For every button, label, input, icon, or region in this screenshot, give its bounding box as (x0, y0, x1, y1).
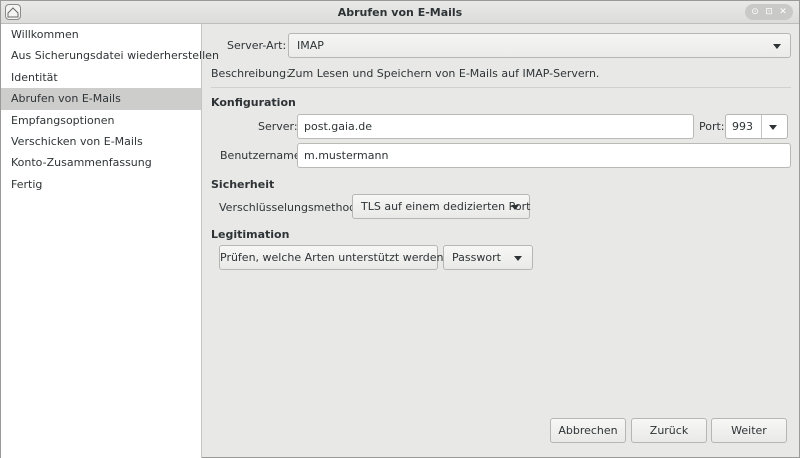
port-value: 993 (732, 120, 753, 133)
authentication-type-combo[interactable]: Passwort (443, 245, 533, 270)
close-icon[interactable]: ✕ (777, 6, 789, 18)
sidebar-item-welcome[interactable]: Willkommen (1, 24, 201, 45)
username-input[interactable]: m.mustermann (297, 143, 791, 168)
chevron-down-icon (514, 256, 522, 261)
server-type-value: IMAP (297, 39, 324, 52)
chevron-down-icon (773, 44, 781, 49)
cancel-button[interactable]: Abbrechen (550, 418, 626, 443)
sidebar-item-identity[interactable]: Identität (1, 67, 201, 88)
maximize-icon[interactable]: ⊡ (763, 6, 775, 18)
separator (211, 87, 791, 88)
sidebar-item-done[interactable]: Fertig (1, 174, 201, 195)
server-input[interactable]: post.gaia.de (297, 114, 694, 139)
sidebar-item-restore-backup[interactable]: Aus Sicherungsdatei wiederherstellen (1, 45, 219, 66)
assistant-steps-sidebar: Willkommen Aus Sicherungsdatei wiederher… (1, 24, 219, 458)
encryption-method-value: TLS auf einem dedizierten Port (361, 200, 531, 213)
back-button[interactable]: Zurück (631, 418, 707, 443)
port-label: Port: (699, 120, 725, 133)
window-controls: ⊙ ⊡ ✕ (745, 4, 793, 20)
description-label: Beschreibung: (211, 67, 290, 80)
server-type-label: Server-Art: (227, 39, 287, 52)
port-divider (761, 115, 762, 138)
sidebar-item-sending-mail[interactable]: Verschicken von E-Mails (1, 131, 201, 152)
minimize-icon[interactable]: ⊙ (749, 6, 761, 18)
port-spin-combo[interactable]: 993 (725, 114, 788, 139)
username-label: Benutzername: (220, 149, 305, 162)
description-text: Zum Lesen und Speichern von E-Mails auf … (288, 67, 600, 80)
server-label: Server: (258, 120, 298, 133)
next-button[interactable]: Weiter (711, 418, 787, 443)
window-title: Abrufen von E-Mails (337, 6, 463, 19)
chevron-down-icon (511, 205, 519, 210)
title-bar[interactable]: Abrufen von E-Mails ⊙ ⊡ ✕ (1, 1, 799, 24)
encryption-method-combo[interactable]: TLS auf einem dedizierten Port (352, 194, 530, 219)
sidebar-item-account-summary[interactable]: Konto-Zusammenfassung (1, 152, 201, 173)
main-panel: Server-Art: IMAP Beschreibung: Zum Lesen… (203, 24, 799, 458)
check-supported-types-button[interactable]: Prüfen, welche Arten unterstützt werden (219, 245, 444, 270)
sidebar-item-receive-options[interactable]: Empfangsoptionen (1, 110, 201, 131)
encryption-method-label: Verschlüsselungsmethode: (219, 201, 367, 214)
authentication-type-value: Passwort (452, 251, 501, 264)
security-heading: Sicherheit (211, 178, 275, 191)
server-type-combo[interactable]: IMAP (288, 33, 791, 58)
assistant-window: Abrufen von E-Mails ⊙ ⊡ ✕ Willkommen Aus… (0, 0, 800, 458)
authentication-heading: Legitimation (211, 228, 290, 241)
configuration-heading: Konfiguration (211, 96, 296, 109)
sidebar-item-receiving-mail[interactable]: Abrufen von E-Mails (1, 88, 201, 110)
chevron-down-icon[interactable] (769, 125, 777, 130)
